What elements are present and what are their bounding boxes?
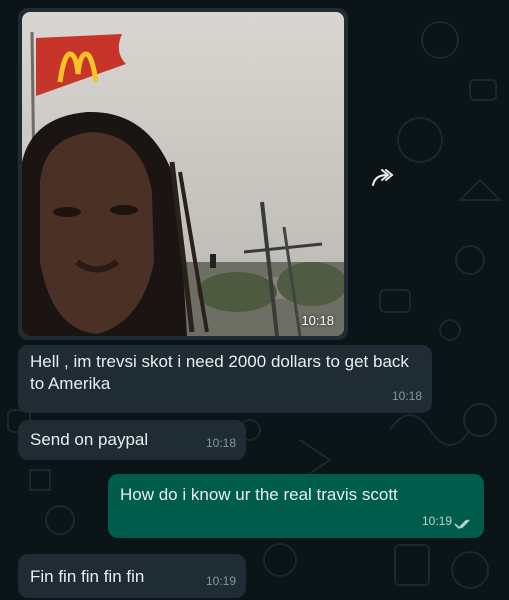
message-timestamp: 10:19	[205, 574, 236, 588]
read-receipt-icon	[454, 519, 470, 530]
message-text: Fin fin fin fin fin	[30, 567, 145, 586]
forward-button[interactable]	[366, 160, 402, 196]
image-message[interactable]: 10:18	[18, 8, 348, 340]
message-bubble-incoming[interactable]: Hell , im trevsi skot i need 2000 dollar…	[18, 345, 432, 413]
message-text: Send on paypal	[30, 430, 149, 449]
selfie-photo[interactable]	[22, 12, 344, 336]
message-bubble-outgoing[interactable]: How do i know ur the real travis scott 1…	[108, 474, 484, 538]
photo-timestamp: 10:18	[301, 313, 334, 328]
forward-icon	[372, 169, 394, 186]
message-timestamp: 10:18	[391, 389, 422, 403]
message-timestamp: 10:18	[205, 436, 236, 450]
message-timestamp: 10:19	[421, 514, 452, 528]
message-bubble-incoming[interactable]: Fin fin fin fin fin 10:19	[18, 554, 246, 598]
message-text: Hell , im trevsi skot i need 2000 dollar…	[30, 352, 409, 393]
message-text: How do i know ur the real travis scott	[120, 485, 398, 504]
message-bubble-incoming[interactable]: Send on paypal 10:18	[18, 420, 246, 460]
